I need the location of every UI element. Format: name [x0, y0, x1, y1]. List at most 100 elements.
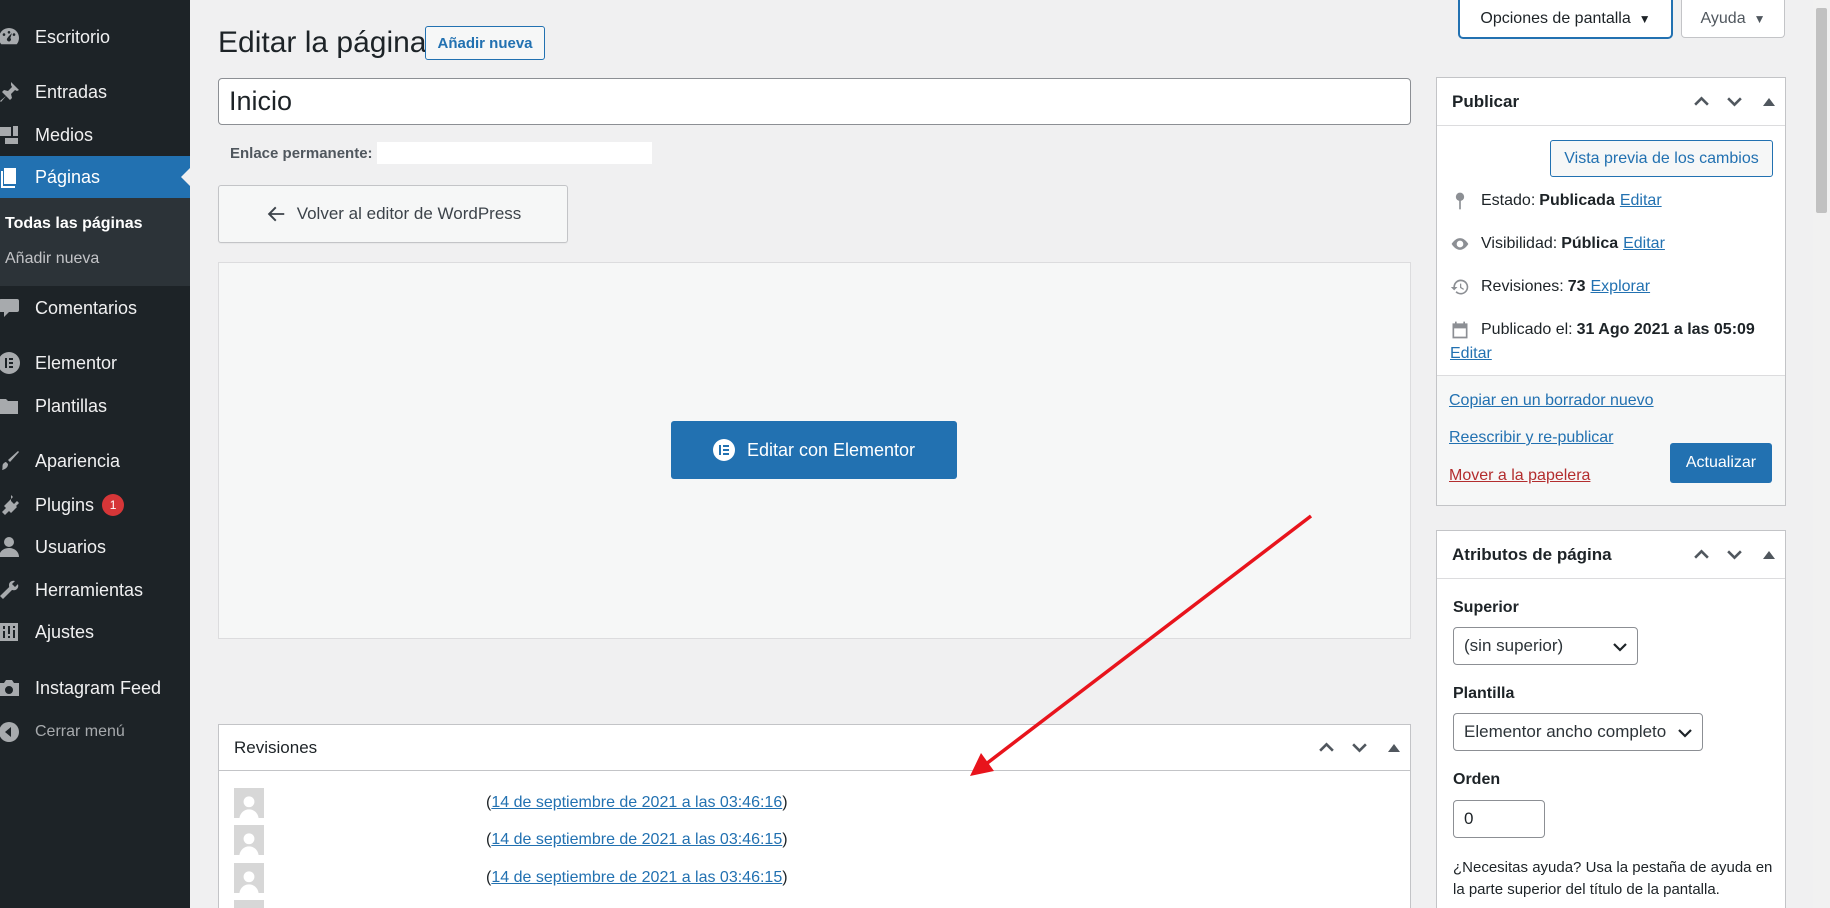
revision-link[interactable]: 14 de septiembre de 2021 a las 03:46:15: [491, 869, 782, 886]
sidebar-item-pages[interactable]: Páginas: [0, 156, 190, 198]
back-to-wordpress-editor-button[interactable]: Volver al editor de WordPress: [218, 185, 568, 243]
chevron-down-icon[interactable]: [1351, 739, 1368, 756]
revision-row: (14 de septiembre de 2021 a las 03:46:15…: [234, 863, 1034, 893]
chevron-down-icon: [1613, 643, 1627, 652]
revision-link[interactable]: 14 de septiembre de 2021 a las 03:46:15: [491, 831, 782, 848]
elementor-icon: [712, 439, 735, 461]
publish-title: Publicar: [1452, 91, 1520, 111]
add-new-page-button[interactable]: Añadir nueva: [425, 26, 545, 60]
sidebar-item-tools[interactable]: Herramientas: [0, 569, 190, 611]
screen-options-button[interactable]: Opciones de pantalla ▼: [1459, 0, 1672, 38]
pages-submenu: Todas las páginas Añadir nueva: [0, 198, 190, 286]
chevron-up-icon[interactable]: [1693, 93, 1710, 110]
copy-to-new-draft-link[interactable]: Copiar en un borrador nuevo: [1449, 392, 1654, 410]
avatar: [234, 788, 264, 818]
browse-revisions-link[interactable]: Explorar: [1591, 278, 1651, 296]
revision-row: (14 de septiembre de 2021 a las 03:46:16…: [234, 788, 1034, 818]
submenu-all-pages[interactable]: Todas las páginas: [5, 215, 143, 233]
move-to-trash-link[interactable]: Mover a la papelera: [1449, 467, 1590, 485]
rewrite-republish-link[interactable]: Reescribir y re-publicar: [1449, 429, 1614, 447]
avatar: [234, 863, 264, 893]
revision-row: [234, 900, 1034, 908]
sidebar-item-label: Escritorio: [35, 26, 111, 47]
dashboard-icon: [0, 24, 22, 50]
page-attributes-header: Atributos de página: [1437, 531, 1785, 579]
revisions-title: Revisiones: [234, 737, 318, 757]
revisions-row: Revisiones: 73 Explorar: [1449, 276, 1650, 298]
folder-icon: [0, 393, 22, 419]
collapse-icon: [0, 719, 22, 745]
sidebar-item-label: Elementor: [35, 352, 118, 373]
update-button[interactable]: Actualizar: [1670, 443, 1772, 483]
settings-icon: [0, 619, 22, 645]
media-icon: [0, 122, 22, 148]
published-value: 31 Ago 2021 a las 05:09: [1576, 321, 1755, 338]
revision-date: (14 de septiembre de 2021 a las 03:46:15…: [486, 869, 788, 886]
submenu-add-new[interactable]: Añadir nueva: [5, 250, 99, 268]
toggle-panel-icon[interactable]: [1388, 743, 1400, 752]
sidebar-collapse-menu[interactable]: Cerrar menú: [0, 711, 190, 753]
admin-sidebar: Escritorio Entradas Medios Páginas Todas…: [0, 0, 190, 908]
help-button[interactable]: Ayuda ▼: [1681, 0, 1785, 38]
sidebar-item-instagram-feed[interactable]: Instagram Feed: [0, 667, 190, 709]
sidebar-item-plugins[interactable]: Plugins 1: [0, 484, 190, 526]
chevron-down-icon[interactable]: [1726, 93, 1743, 110]
sidebar-item-users[interactable]: Usuarios: [0, 526, 190, 568]
sidebar-item-templates[interactable]: Plantillas: [0, 385, 190, 427]
post-title-input[interactable]: Inicio: [218, 78, 1411, 125]
elementor-icon: [0, 350, 22, 376]
edit-publish-date-link[interactable]: Editar: [1450, 345, 1492, 363]
chevron-up-icon[interactable]: [1693, 546, 1710, 563]
visibility-row: Visibilidad: Pública Editar: [1449, 233, 1665, 255]
parent-label: Superior: [1453, 599, 1519, 616]
sidebar-item-elementor[interactable]: Elementor: [0, 342, 190, 384]
revision-link[interactable]: 14 de septiembre de 2021 a las 03:46:16: [491, 794, 782, 811]
page-title: Editar la página: [218, 26, 427, 59]
user-icon: [0, 534, 22, 560]
parent-select[interactable]: (sin superior): [1453, 627, 1638, 665]
revisions-metabox: Revisiones (14 de septiembre de 2021 a l…: [218, 724, 1411, 908]
arrow-left-icon: [267, 206, 284, 222]
sidebar-item-label: Cerrar menú: [35, 723, 125, 740]
template-value: Elementor ancho completo: [1464, 722, 1667, 741]
caret-down-icon: ▼: [1753, 11, 1766, 26]
permalink-label: Enlace permanente:: [230, 144, 373, 162]
sidebar-item-media[interactable]: Medios: [0, 114, 190, 156]
sidebar-item-comments[interactable]: Comentarios: [0, 287, 190, 329]
revisions-header: Revisiones: [219, 725, 1410, 771]
eye-icon: [1449, 233, 1471, 255]
edit-visibility-link[interactable]: Editar: [1623, 235, 1665, 253]
toggle-panel-icon[interactable]: [1763, 97, 1775, 106]
sidebar-item-label: Páginas: [35, 166, 101, 187]
chevron-up-icon[interactable]: [1318, 739, 1335, 756]
calendar-icon: [1449, 319, 1471, 341]
sidebar-item-label: Entradas: [35, 81, 108, 102]
sidebar-item-posts[interactable]: Entradas: [0, 71, 190, 113]
sidebar-item-label: Usuarios: [35, 536, 107, 557]
edit-status-link[interactable]: Editar: [1620, 192, 1662, 210]
sidebar-item-settings[interactable]: Ajustes: [0, 611, 190, 653]
published-date-row: Publicado el: 31 Ago 2021 a las 05:09: [1449, 319, 1755, 341]
publish-header: Publicar: [1437, 78, 1785, 126]
scrollbar-thumb[interactable]: [1816, 8, 1827, 213]
revision-date: (14 de septiembre de 2021 a las 03:46:15…: [486, 831, 788, 848]
pin-icon: [1449, 190, 1471, 212]
toggle-panel-icon[interactable]: [1763, 550, 1775, 559]
revision-row: (14 de septiembre de 2021 a las 03:46:15…: [234, 825, 1034, 855]
sidebar-item-label: Plantillas: [35, 395, 108, 416]
published-label: Publicado el:: [1481, 321, 1573, 338]
edit-with-elementor-button[interactable]: Editar con Elementor: [671, 421, 957, 479]
order-input[interactable]: 0: [1453, 800, 1545, 838]
preview-changes-button[interactable]: Vista previa de los cambios: [1550, 140, 1773, 177]
sidebar-item-dashboard[interactable]: Escritorio: [0, 16, 190, 58]
chevron-down-icon[interactable]: [1726, 546, 1743, 563]
revisions-box-controls: [1318, 725, 1400, 770]
sidebar-item-appearance[interactable]: Apariencia: [0, 440, 190, 482]
permalink-row: Enlace permanente:: [230, 142, 652, 164]
page-scrollbar[interactable]: [1813, 0, 1830, 908]
screen-options-label: Opciones de pantalla: [1480, 9, 1631, 27]
page-attributes-title: Atributos de página: [1452, 544, 1612, 564]
sidebar-item-label: Instagram Feed: [35, 677, 162, 698]
template-select[interactable]: Elementor ancho completo: [1453, 713, 1703, 751]
permalink-url[interactable]: [376, 142, 652, 164]
